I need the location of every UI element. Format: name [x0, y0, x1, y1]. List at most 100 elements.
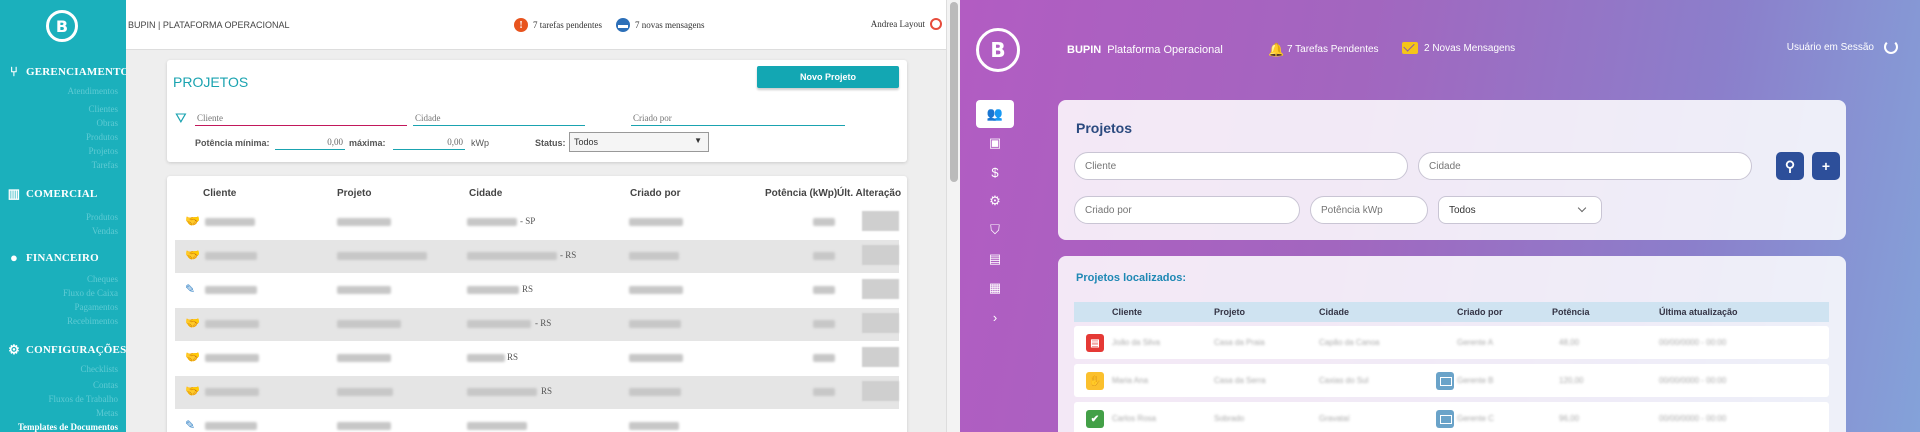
sidebar-item[interactable]: Obras	[97, 118, 119, 128]
sidebar-item[interactable]: Tarefas	[92, 160, 118, 170]
city-suffix: RS	[541, 386, 553, 396]
last-change-button[interactable]	[862, 313, 899, 333]
section-label: CONFIGURAÇÕES	[26, 344, 126, 356]
ledger-icon[interactable]: ▦	[976, 274, 1014, 302]
column-header[interactable]: Potência	[1552, 307, 1590, 317]
city-suffix: RS	[507, 352, 519, 362]
section-label: COMERCIAL	[26, 188, 98, 200]
column-header[interactable]: Cidade	[1319, 307, 1349, 317]
scrollbar[interactable]	[946, 0, 960, 432]
cell-creator: Gerente B	[1457, 376, 1494, 385]
briefcase-icon[interactable]: ▣	[976, 129, 1014, 157]
sidebar-item[interactable]: Clientes	[89, 104, 119, 114]
sidebar-item[interactable]: Vendas	[92, 226, 118, 236]
envelope-icon[interactable]	[1436, 410, 1454, 428]
bupin-logo[interactable]: B	[976, 28, 1020, 72]
pending-tasks-link[interactable]: ! 7 tarefas pendentes	[514, 18, 602, 32]
sidebar-item[interactable]: Projetos	[88, 146, 118, 156]
last-change-button[interactable]	[862, 381, 899, 401]
table-row[interactable]: ✋ Maria Ana Casa da Serra Caxias do Sul …	[1074, 364, 1829, 397]
table-row[interactable]: 🤝 RS	[175, 376, 899, 409]
status-select[interactable]: Todos ▼	[569, 132, 709, 152]
new-project-button[interactable]: Novo Projeto	[757, 66, 899, 88]
sidebar-section-configuracoes[interactable]: ⚙ CONFIGURAÇÕES	[6, 342, 126, 358]
creator-filter-input[interactable]	[631, 110, 845, 126]
search-button[interactable]: ⚲	[1776, 152, 1804, 180]
sidebar-item[interactable]: Metas	[96, 408, 118, 418]
cell-client: Carlos Rosa	[1112, 414, 1157, 423]
last-change-button[interactable]	[862, 211, 899, 231]
new-messages-link[interactable]: 2 Novas Mensagens	[1402, 42, 1515, 54]
user-menu[interactable]: Andrea Layout	[871, 18, 942, 30]
cell-updated: 00/00/0000 - 00:00	[1659, 414, 1727, 423]
status-select[interactable]: Todos	[1438, 196, 1602, 224]
envelope-icon[interactable]	[1436, 372, 1454, 390]
column-header[interactable]: Cidade	[469, 188, 502, 199]
user-settings-icon[interactable]: 👥	[976, 100, 1014, 128]
add-project-button[interactable]: +	[1812, 152, 1840, 180]
table-row[interactable]: 🤝 - RS	[175, 240, 899, 273]
sidebar-item[interactable]: Cheques	[87, 274, 118, 284]
chevron-right-icon[interactable]: ›	[976, 303, 1014, 331]
sidebar-section-gerenciamento[interactable]: ⑂ GERENCIAMENTO	[6, 64, 126, 80]
sidebar-item[interactable]: Fluxo de Caixa	[63, 288, 118, 298]
sidebar-item[interactable]: Contas	[93, 380, 118, 390]
section-label: GERENCIAMENTO	[26, 66, 126, 78]
last-change-button[interactable]	[862, 347, 899, 367]
client-search-input[interactable]	[1074, 152, 1408, 180]
last-change-button[interactable]	[862, 245, 899, 265]
column-header[interactable]: Projeto	[1214, 307, 1245, 317]
brand-subtitle: Plataforma Operacional	[1107, 44, 1223, 56]
table-row[interactable]: 🤝 - SP	[175, 206, 899, 239]
new-messages-link[interactable]: ▬ 7 novas mensagens	[616, 18, 705, 32]
sidebar-item[interactable]: Produtos	[86, 212, 118, 222]
power-search-input[interactable]	[1310, 196, 1428, 224]
sidebar-item[interactable]: Fluxos de Trabalho	[48, 394, 118, 404]
handshake-icon: 🤝	[185, 248, 200, 262]
city-search-input[interactable]	[1418, 152, 1752, 180]
table-row[interactable]: ✔ Carlos Rosa Sobrado Gravataí Gerente C…	[1074, 402, 1829, 432]
old-sidebar: B ⑂ GERENCIAMENTO Atendimentos Clientes …	[0, 0, 126, 432]
sidebar-section-financeiro[interactable]: ● FINANCEIRO	[6, 250, 99, 266]
results-title: Projetos localizados:	[1076, 272, 1187, 284]
cell-updated: 00/00/0000 - 00:00	[1659, 338, 1727, 347]
pending-tasks-link[interactable]: 🔔 7 Tarefas Pendentes	[1268, 42, 1379, 57]
creator-search-input[interactable]	[1074, 196, 1300, 224]
column-header[interactable]: Últ. Alteração	[837, 188, 901, 199]
sidebar-item[interactable]: Produtos	[86, 132, 118, 142]
table-row[interactable]: ✎ RS	[175, 274, 899, 307]
power-icon[interactable]	[930, 18, 942, 30]
power-icon[interactable]	[1884, 40, 1898, 54]
column-header[interactable]: Cliente	[203, 188, 236, 199]
table-row[interactable]: 🤝 - RS	[175, 308, 899, 341]
table-row[interactable]: ▤ João da Silva Casa da Praia Capão da C…	[1074, 326, 1829, 359]
sidebar-section-comercial[interactable]: ▥ COMERCIAL	[6, 186, 98, 202]
last-change-button[interactable]	[862, 279, 899, 299]
dollar-icon[interactable]: $	[976, 158, 1014, 186]
column-header[interactable]: Criado por	[1457, 307, 1503, 317]
table-row[interactable]: ✎	[175, 410, 899, 432]
max-power-input[interactable]	[393, 134, 465, 150]
column-header[interactable]: Cliente	[1112, 307, 1142, 317]
column-header[interactable]: Criado por	[630, 188, 681, 199]
sidebar-item[interactable]: Templates de Documentos	[18, 422, 118, 432]
column-header[interactable]: Projeto	[337, 188, 371, 199]
city-filter-input[interactable]	[413, 110, 585, 126]
bupin-logo[interactable]: B	[46, 10, 78, 42]
sidebar-item[interactable]: Pagamentos	[75, 302, 119, 312]
column-header[interactable]: Última atualização	[1659, 307, 1738, 317]
client-filter-input[interactable]	[195, 110, 407, 126]
scrollbar-thumb[interactable]	[950, 2, 958, 182]
gear-icon[interactable]: ⚙	[976, 187, 1014, 215]
clipboard-icon[interactable]: ▤	[976, 245, 1014, 273]
shield-icon[interactable]: ⛉	[976, 216, 1014, 244]
sidebar-item[interactable]: Atendimentos	[68, 86, 119, 96]
bell-icon: 🔔	[1268, 42, 1285, 57]
table-row[interactable]: 🤝 RS	[175, 342, 899, 375]
cell-power: 96,00	[1559, 414, 1580, 423]
min-power-input[interactable]	[275, 134, 345, 150]
column-header[interactable]: Potência (kWp)	[765, 188, 837, 199]
sidebar-item[interactable]: Recebimentos	[67, 316, 118, 326]
user-menu[interactable]: Usuário em Sessão	[1787, 40, 1898, 54]
sidebar-item[interactable]: Checklists	[81, 364, 119, 374]
